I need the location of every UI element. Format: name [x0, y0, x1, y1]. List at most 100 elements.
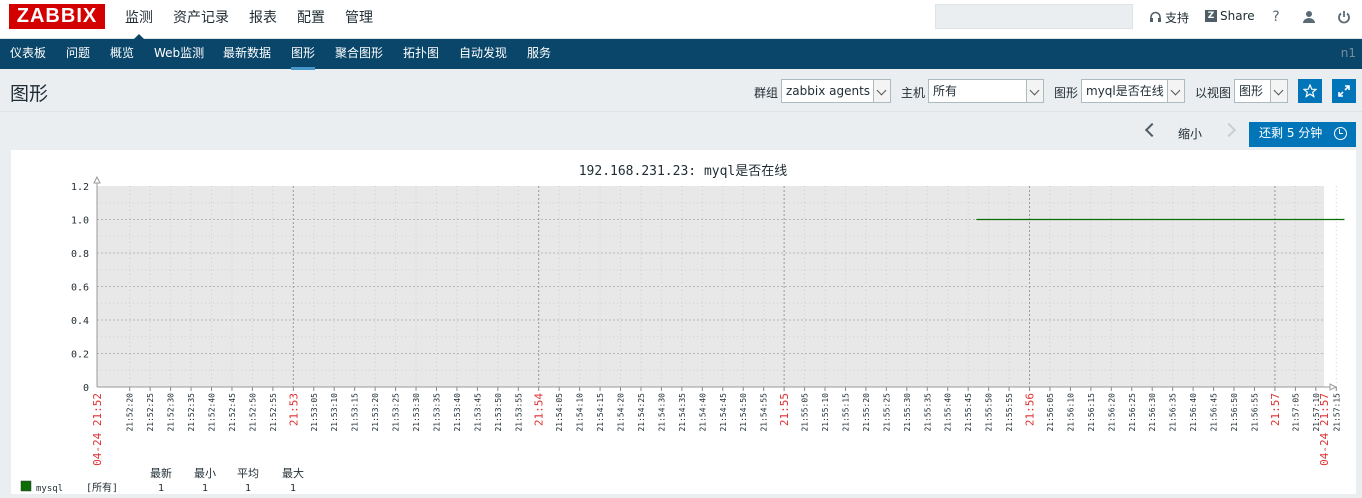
menu-administration[interactable]: 管理	[335, 0, 383, 39]
x-tick-label: 21:56:55	[1250, 393, 1259, 432]
clock-icon	[1334, 127, 1347, 140]
x-tick-label: 21:56:35	[1169, 393, 1178, 432]
subnav-web[interactable]: Web监测	[154, 39, 204, 67]
x-tick-label: 21:52:35	[187, 393, 196, 432]
legend-header: 最新	[150, 466, 172, 480]
legend-value: 1	[202, 483, 208, 494]
legend-value: 1	[245, 483, 251, 494]
x-tick-label: 21:54:15	[596, 393, 605, 432]
view-select[interactable]: 图形	[1234, 79, 1288, 103]
subnav-graphs[interactable]: 图形	[291, 39, 316, 70]
fullscreen-button[interactable]	[1332, 79, 1356, 103]
y-tick-label: 0	[83, 383, 89, 394]
x-tick-label: 21:56:05	[1046, 393, 1055, 432]
x-tick-label: 21:55:05	[801, 393, 810, 432]
add-favourite-button[interactable]	[1298, 79, 1322, 103]
x-tick-label: 21:56:10	[1066, 393, 1075, 432]
time-remaining-button[interactable]: 还剩 5 分钟	[1249, 122, 1356, 147]
subnav-latest-data[interactable]: 最新数据	[223, 39, 271, 67]
x-tick-label: 21:54:30	[657, 393, 666, 432]
legend-swatch	[20, 480, 32, 492]
chart-title: 192.168.231.23: myql是否在线	[579, 164, 788, 179]
legend-series-name: mysql	[36, 484, 63, 494]
y-tick-label: 1.0	[71, 216, 89, 227]
node-name: n1	[1340, 46, 1356, 60]
x-tick-label: 21:54:45	[719, 393, 728, 432]
x-tick-label: 21:53:50	[494, 393, 503, 432]
x-tick-label: 21:54:10	[576, 393, 585, 432]
top-bar: ZABBIX 监测 资产记录 报表 配置 管理 支持 Z Share ?	[0, 0, 1362, 40]
host-select-value: 所有	[933, 84, 958, 98]
y-tick-label: 0.4	[71, 316, 89, 327]
x-tick-label: 21:52:25	[146, 393, 155, 432]
y-tick-label: 0.8	[71, 249, 89, 260]
sign-out-icon[interactable]	[1333, 7, 1355, 27]
x-tick-label: 21:54:40	[698, 393, 707, 432]
x-axis-arrow	[1329, 383, 1338, 391]
subnav-screens[interactable]: 聚合图形	[335, 39, 383, 67]
y-axis-arrow	[93, 175, 101, 184]
x-tick-label: 21:54	[533, 393, 546, 426]
support-link[interactable]: 支持	[1149, 9, 1189, 26]
x-tick-label: 21:55:55	[1005, 393, 1014, 432]
chevron-down-icon	[1026, 80, 1043, 102]
graph-select[interactable]: myql是否在线	[1081, 79, 1185, 103]
chevron-down-icon	[873, 80, 890, 102]
x-tick-label: 21:55	[778, 393, 791, 426]
search-input[interactable]	[935, 4, 1133, 29]
graph-chart[interactable]: 192.168.231.23: myql是否在线 0 0.2 0.4 0.6 0.8 1.…	[11, 150, 1356, 494]
star-icon	[1303, 84, 1317, 98]
x-tick-label: 21:53:35	[432, 393, 441, 432]
help-icon[interactable]: ?	[1265, 7, 1287, 27]
main-menu: 监测 资产记录 报表 配置 管理	[115, 0, 383, 40]
x-tick-label: 21:56	[1024, 393, 1037, 426]
x-tick-label: 21:55:45	[964, 393, 973, 432]
chevron-right-icon[interactable]	[1221, 122, 1237, 138]
x-tick-label: 21:54:05	[555, 393, 564, 432]
x-tick-label: 21:53:15	[351, 393, 360, 432]
user-profile-icon[interactable]	[1298, 7, 1320, 27]
x-tick-label: 21:53:10	[330, 393, 339, 432]
x-tick-label: 21:57:15	[1332, 393, 1341, 432]
page-title: 图形	[10, 83, 49, 105]
x-tick-label: 21:55:30	[903, 393, 912, 432]
menu-monitoring[interactable]: 监测	[115, 0, 163, 40]
menu-inventory[interactable]: 资产记录	[163, 0, 239, 39]
zabbix-logo[interactable]: ZABBIX	[9, 4, 105, 29]
legend-value: 1	[290, 483, 296, 494]
subnav-overview[interactable]: 概览	[110, 39, 134, 67]
graph-select-value: myql是否在线	[1086, 84, 1164, 98]
subnav-discovery[interactable]: 自动发现	[459, 39, 507, 67]
x-tick-label: 21:52:50	[248, 393, 257, 432]
x-start-label: 04-24 21:52	[91, 393, 104, 466]
zoom-out-button[interactable]: 缩小	[1178, 125, 1202, 142]
sub-navigation: 仪表板 问题 概览 Web监测 最新数据 图形 聚合图形 拓扑图 自动发现 服务…	[0, 39, 1362, 70]
group-select[interactable]: zabbix agents	[781, 79, 891, 103]
x-tick-label: 21:55:20	[862, 393, 871, 432]
legend-series-host: [所有]	[86, 481, 118, 494]
x-tick-label: 21:56:25	[1128, 393, 1137, 432]
subnav-services[interactable]: 服务	[527, 39, 551, 67]
subnav-problems[interactable]: 问题	[66, 39, 90, 67]
x-tick-label: 21:53:25	[392, 393, 401, 432]
graph-container: 192.168.231.23: myql是否在线 0 0.2 0.4 0.6 0.8 1.…	[11, 150, 1356, 494]
graph-label: 图形	[1054, 86, 1079, 100]
x-tick-label: 21:57	[1269, 393, 1282, 426]
group-select-value: zabbix agents	[786, 84, 871, 98]
subnav-dashboard[interactable]: 仪表板	[10, 39, 46, 67]
menu-reports[interactable]: 报表	[239, 0, 287, 39]
x-tick-label: 21:53:55	[514, 393, 523, 432]
host-select[interactable]: 所有	[928, 79, 1044, 103]
x-tick-label: 21:55:50	[985, 393, 994, 432]
chevron-down-icon	[1270, 80, 1287, 102]
headset-icon	[1150, 11, 1161, 22]
chevron-down-icon	[1167, 80, 1184, 102]
subnav-maps[interactable]: 拓扑图	[403, 39, 439, 67]
x-tick-label: 21:56:15	[1087, 393, 1096, 432]
support-label: 支持	[1165, 11, 1190, 25]
chevron-left-icon[interactable]	[1144, 122, 1160, 138]
x-tick-label: 21:53	[287, 393, 300, 426]
y-tick-label: 0.6	[71, 283, 89, 294]
share-link[interactable]: Z Share	[1205, 9, 1255, 23]
menu-configuration[interactable]: 配置	[287, 0, 335, 39]
